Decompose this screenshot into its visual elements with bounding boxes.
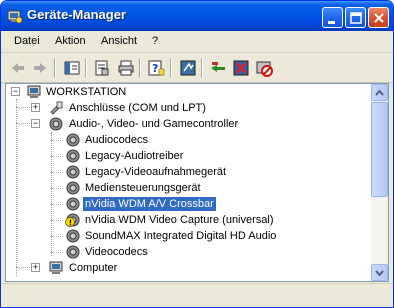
- tree-line: [51, 236, 63, 237]
- toolbar: ?: [1, 53, 393, 83]
- speaker-icon: [49, 117, 63, 131]
- tree-label: Legacy-Audiotreiber: [85, 150, 184, 162]
- collapse-toggle[interactable]: −: [31, 119, 40, 128]
- expand-toggle[interactable]: +: [31, 103, 40, 112]
- collapse-toggle[interactable]: −: [11, 87, 20, 96]
- maximize-icon: [350, 12, 362, 24]
- tree-line: [51, 204, 63, 205]
- scroll-thumb[interactable]: [371, 102, 388, 197]
- menu-help[interactable]: ?: [152, 35, 158, 47]
- tree-label: Audio-, Video- und Gamecontroller: [69, 118, 239, 130]
- close-button[interactable]: [368, 7, 389, 28]
- speaker-icon: [66, 229, 80, 243]
- toolbar-separator: [139, 58, 141, 78]
- port-connector-icon: [50, 101, 63, 115]
- tree-node-anschluesse[interactable]: + Anschlüsse (COM und LPT): [6, 100, 374, 116]
- device-tree[interactable]: − WORKSTATION + Anschlüsse (COM und LPT)…: [5, 83, 389, 282]
- minimize-icon: [328, 21, 335, 24]
- menu-aktion[interactable]: Aktion: [55, 35, 86, 47]
- tree-item-mediensteuerungsgeraet[interactable]: Mediensteuerungsgerät: [6, 180, 374, 196]
- expand-toggle[interactable]: +: [31, 263, 40, 272]
- tree-item-legacy-audiotreiber[interactable]: Legacy-Audiotreiber: [6, 148, 374, 164]
- speaker-icon: [66, 181, 80, 195]
- tree-item-videocodecs[interactable]: Videocodecs: [6, 244, 374, 260]
- chevron-down-icon: [375, 270, 384, 277]
- tree-line: [51, 172, 63, 173]
- device-manager-window: Geräte-Manager Datei Aktion Ansicht ? ? …: [0, 0, 394, 308]
- toolbar-separator: [201, 58, 203, 78]
- chevron-up-icon: [375, 89, 384, 96]
- device-manager-app-icon: [7, 10, 23, 24]
- tree-label: Computer: [69, 262, 118, 274]
- speaker-icon: [66, 245, 80, 259]
- tree-item-soundmax[interactable]: SoundMAX Integrated Digital HD Audio: [6, 228, 374, 244]
- scan-hardware-icon[interactable]: [179, 59, 197, 77]
- speaker-icon: [66, 197, 80, 211]
- properties-icon[interactable]: [93, 59, 111, 77]
- back-arrow-icon[interactable]: [9, 59, 27, 77]
- speaker-icon: [66, 133, 80, 147]
- warning-speaker-icon: !: [65, 213, 80, 228]
- tree-line: [51, 140, 63, 141]
- uninstall-icon[interactable]: [232, 59, 250, 77]
- menu-datei[interactable]: Datei: [14, 35, 40, 47]
- status-bar: [1, 283, 393, 307]
- maximize-button[interactable]: [345, 7, 366, 28]
- tree-line: [51, 220, 63, 221]
- tree-line: [51, 188, 63, 189]
- computer-icon: [27, 85, 41, 98]
- svg-text:!: !: [69, 219, 73, 228]
- tree-label: Videocodecs: [85, 246, 148, 258]
- tree-item-nvidia-video-capture[interactable]: ! nVidia WDM Video Capture (universal): [6, 212, 374, 228]
- tree-label: Anschlüsse (COM und LPT): [69, 102, 206, 114]
- title-bar[interactable]: Geräte-Manager: [1, 1, 393, 31]
- svg-text:?: ?: [152, 62, 158, 75]
- help-icon[interactable]: ?: [147, 59, 165, 77]
- window-title: Geräte-Manager: [27, 7, 126, 22]
- toolbar-separator: [85, 58, 87, 78]
- toolbar-separator: [54, 58, 56, 78]
- scroll-down-button[interactable]: [371, 264, 388, 281]
- close-icon: [374, 13, 384, 23]
- vertical-scrollbar[interactable]: [371, 84, 388, 281]
- tree-label: Audiocodecs: [85, 134, 148, 146]
- show-hide-console-tree-icon[interactable]: [63, 59, 81, 77]
- tree-line: [51, 252, 63, 253]
- tree-item-legacy-videoaufnahmegeraet[interactable]: Legacy-Videoaufnahmegerät: [6, 164, 374, 180]
- speaker-icon: [66, 165, 80, 179]
- tree-label: Mediensteuerungsgerät: [85, 182, 201, 194]
- update-driver-icon[interactable]: [209, 59, 227, 77]
- tree-label: nVidia WDM Video Capture (universal): [85, 214, 274, 226]
- forward-arrow-icon[interactable]: [31, 59, 49, 77]
- tree-item-nvidia-crossbar[interactable]: nVidia WDM A/V Crossbar: [6, 196, 374, 212]
- disable-icon[interactable]: [255, 59, 273, 77]
- menu-ansicht[interactable]: Ansicht: [101, 35, 137, 47]
- tree-line: [51, 156, 63, 157]
- print-icon[interactable]: [117, 59, 135, 77]
- computer-icon: [49, 261, 63, 274]
- tree-root-workstation[interactable]: − WORKSTATION: [6, 84, 374, 100]
- toolbar-separator: [170, 58, 172, 78]
- minimize-button[interactable]: [322, 7, 343, 28]
- tree-node-computer[interactable]: + Computer: [6, 260, 374, 276]
- tree-label: SoundMAX Integrated Digital HD Audio: [85, 230, 277, 242]
- tree-label: Legacy-Videoaufnahmegerät: [85, 166, 227, 178]
- tree-item-audiocodecs[interactable]: Audiocodecs: [6, 132, 374, 148]
- scroll-up-button[interactable]: [371, 84, 388, 101]
- tree-label: WORKSTATION: [46, 86, 127, 98]
- tree-label-selected: nVidia WDM A/V Crossbar: [82, 196, 217, 212]
- speaker-icon: [66, 149, 80, 163]
- menu-bar: Datei Aktion Ansicht ?: [1, 31, 393, 53]
- tree-node-audio-video-game[interactable]: − Audio-, Video- und Gamecontroller: [6, 116, 374, 132]
